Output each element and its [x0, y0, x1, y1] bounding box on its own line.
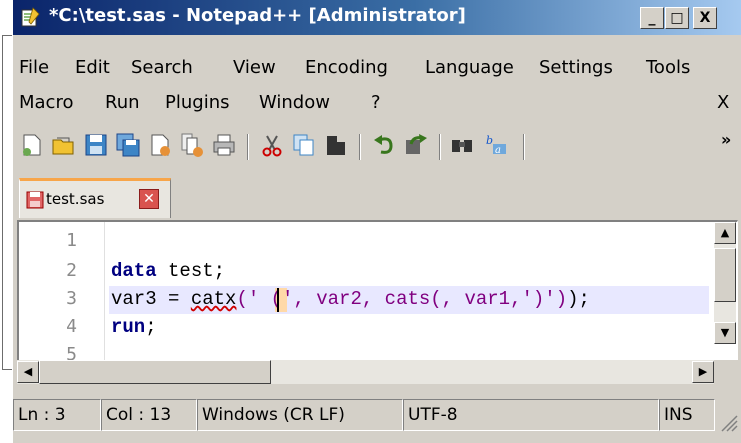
notepad-app-icon [21, 7, 40, 27]
status-insert-mode[interactable]: INS [659, 399, 715, 431]
save-icon[interactable] [83, 132, 109, 158]
save-all-icon[interactable] [115, 132, 141, 158]
scroll-up-button[interactable]: ▲ [714, 222, 736, 244]
svg-text:b: b [486, 134, 493, 147]
scrollbar-corner [714, 360, 738, 384]
menu-search[interactable]: Search [131, 57, 193, 78]
resize-grip-icon[interactable] [716, 414, 738, 432]
status-line: Ln : 3 [13, 399, 101, 431]
tab-close-button[interactable]: ✕ [139, 189, 159, 209]
tab-test-sas[interactable]: test.sas ✕ [19, 178, 171, 218]
function-name: catx [190, 288, 237, 310]
new-file-icon[interactable] [19, 132, 45, 158]
menu-bar-row-2: Macro Run Plugins Window ? [13, 88, 741, 118]
vertical-scrollbar[interactable]: ▲ ▼ [714, 222, 736, 344]
horizontal-scrollbar[interactable]: ◀ ▶ [17, 360, 714, 384]
minimize-button[interactable]: _ [640, 7, 664, 29]
toolbar-overflow-button[interactable]: » [721, 130, 731, 149]
frame-border [2, 35, 3, 370]
code-line-2: data test; [111, 260, 225, 282]
keyword: run [111, 316, 146, 338]
text-caret [277, 288, 279, 312]
line-number: 3 [66, 288, 77, 309]
title-bar[interactable]: *C:\test.sas - Notepad++ [Administrator]… [13, 0, 741, 35]
vertical-scroll-thumb[interactable] [714, 248, 736, 302]
paste-icon[interactable] [323, 132, 349, 158]
menu-view[interactable]: View [233, 57, 276, 78]
menu-encoding[interactable]: Encoding [305, 57, 388, 78]
line-number: 5 [66, 344, 77, 360]
maximize-button[interactable]: □ [665, 7, 689, 29]
status-column: Col : 13 [101, 399, 197, 431]
keyword: data [111, 260, 157, 282]
toolbar-separator [359, 134, 361, 160]
scroll-down-button[interactable]: ▼ [714, 322, 736, 344]
menu-macro[interactable]: Macro [19, 92, 73, 113]
menu-tools[interactable]: Tools [646, 57, 690, 78]
code-text: test; [156, 260, 226, 282]
code-text: var3 = [111, 288, 191, 310]
line-number-gutter: 1 2 3 4 5 [19, 222, 105, 360]
find-icon[interactable] [449, 132, 475, 158]
close-document-button[interactable]: X [717, 92, 729, 113]
open-folder-icon[interactable] [51, 132, 77, 158]
code-args: (' (', var2, cats(, var1,')') [236, 288, 568, 310]
menu-run[interactable]: Run [105, 92, 140, 113]
line-number: 1 [66, 230, 77, 251]
menu-window[interactable]: Window [259, 92, 330, 113]
svg-text:a: a [495, 145, 501, 156]
close-all-icon[interactable] [179, 132, 205, 158]
status-bar: Ln : 3 Col : 13 Windows (CR LF) UTF-8 IN… [13, 396, 741, 434]
status-encoding[interactable]: UTF-8 [403, 399, 659, 431]
tab-label: test.sas [46, 190, 105, 208]
unsaved-file-icon [26, 191, 44, 209]
line-number: 2 [66, 260, 77, 281]
menu-file[interactable]: File [19, 57, 49, 78]
toolbar-separator [523, 134, 525, 160]
code-text: ; [145, 316, 157, 338]
copy-icon[interactable] [291, 132, 317, 158]
close-window-button[interactable]: X [693, 7, 717, 29]
close-file-icon[interactable] [147, 132, 173, 158]
menu-plugins[interactable]: Plugins [165, 92, 229, 113]
menu-settings[interactable]: Settings [539, 57, 613, 78]
window-title: *C:\test.sas - Notepad++ [Administrator] [49, 5, 466, 26]
undo-icon[interactable] [371, 132, 397, 158]
toolbar: b a » [13, 128, 741, 168]
notepad-window: *C:\test.sas - Notepad++ [Administrator]… [12, 0, 741, 443]
scroll-left-button[interactable]: ◀ [17, 361, 39, 383]
redo-icon[interactable] [403, 132, 429, 158]
replace-icon[interactable]: b a [483, 132, 509, 158]
toolbar-separator [247, 134, 249, 160]
scroll-right-button[interactable]: ▶ [692, 361, 714, 383]
code-text: ); [567, 288, 590, 310]
cut-icon[interactable] [259, 132, 285, 158]
menu-bar: File Edit Search View Encoding Language … [13, 53, 741, 83]
menu-language[interactable]: Language [425, 57, 514, 78]
code-line-4: run; [111, 316, 157, 338]
menu-edit[interactable]: Edit [75, 57, 110, 78]
toolbar-separator [439, 134, 441, 160]
menu-help[interactable]: ? [371, 92, 381, 113]
code-editor[interactable]: 1 2 3 4 5 data test; var3 = catx(' (', v… [17, 220, 738, 360]
print-icon[interactable] [211, 132, 237, 158]
line-number: 4 [66, 316, 77, 337]
code-line-3: var3 = catx(' (', var2, cats(, var1,')')… [111, 288, 590, 310]
horizontal-scroll-thumb[interactable] [39, 360, 271, 384]
status-eol-format[interactable]: Windows (CR LF) [197, 399, 403, 431]
